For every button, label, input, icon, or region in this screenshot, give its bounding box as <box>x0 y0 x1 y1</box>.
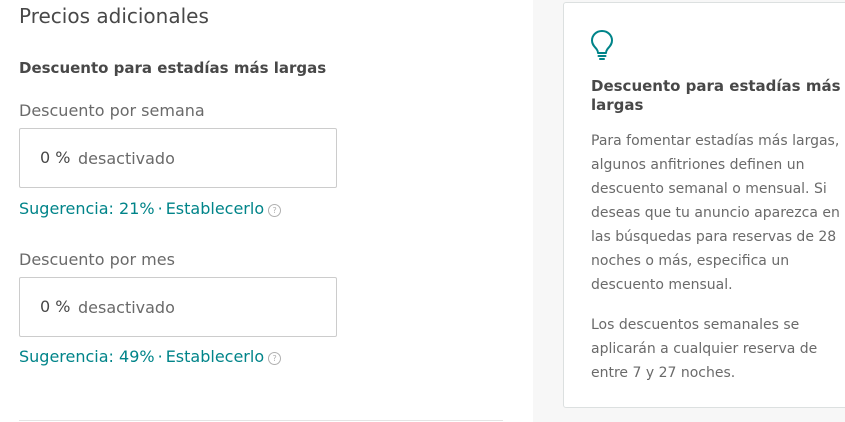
page: Precios adicionales Descuento para estad… <box>0 0 845 422</box>
weekly-discount-label: Descuento por semana <box>19 101 205 120</box>
weekly-suggestion-text: Sugerencia: 21% <box>19 199 155 218</box>
monthly-discount-label: Descuento por mes <box>19 250 175 269</box>
weekly-discount-value: 0 % <box>40 148 71 167</box>
section-divider <box>19 420 503 421</box>
help-icon[interactable]: ? <box>268 204 282 217</box>
main-content: Precios adicionales Descuento para estad… <box>0 0 533 422</box>
monthly-set-link[interactable]: Establecerlo <box>166 347 264 366</box>
monthly-suggestion-text: Sugerencia: 49% <box>19 347 155 366</box>
weekly-discount-placeholder: desactivado <box>78 149 175 168</box>
lightbulb-icon <box>591 30 613 60</box>
monthly-discount-value: 0 % <box>40 297 71 316</box>
tip-card: Descuento para estadías más largas Para … <box>563 2 845 408</box>
weekly-set-link[interactable]: Establecerlo <box>166 199 264 218</box>
monthly-discount-input[interactable]: 0 % desactivado <box>19 277 337 337</box>
help-icon[interactable]: ? <box>268 352 282 365</box>
monthly-discount-placeholder: desactivado <box>78 298 175 317</box>
weekly-suggestion-separator: · <box>157 199 163 218</box>
long-stay-discount-heading: Descuento para estadías más largas <box>19 59 327 77</box>
section-title: Precios adicionales <box>19 4 209 28</box>
weekly-suggestion: Sugerencia: 21% · Establecerlo? <box>19 199 282 218</box>
tip-paragraph-2: Los descuentos semanales se aplicarán a … <box>591 317 818 381</box>
tip-paragraph-1: Para fomentar estadías más largas, algun… <box>591 133 840 293</box>
tip-title: Descuento para estadías más largas <box>591 77 841 114</box>
monthly-suggestion-separator: · <box>157 347 163 366</box>
monthly-suggestion: Sugerencia: 49% · Establecerlo? <box>19 347 282 366</box>
weekly-discount-input[interactable]: 0 % desactivado <box>19 128 337 188</box>
